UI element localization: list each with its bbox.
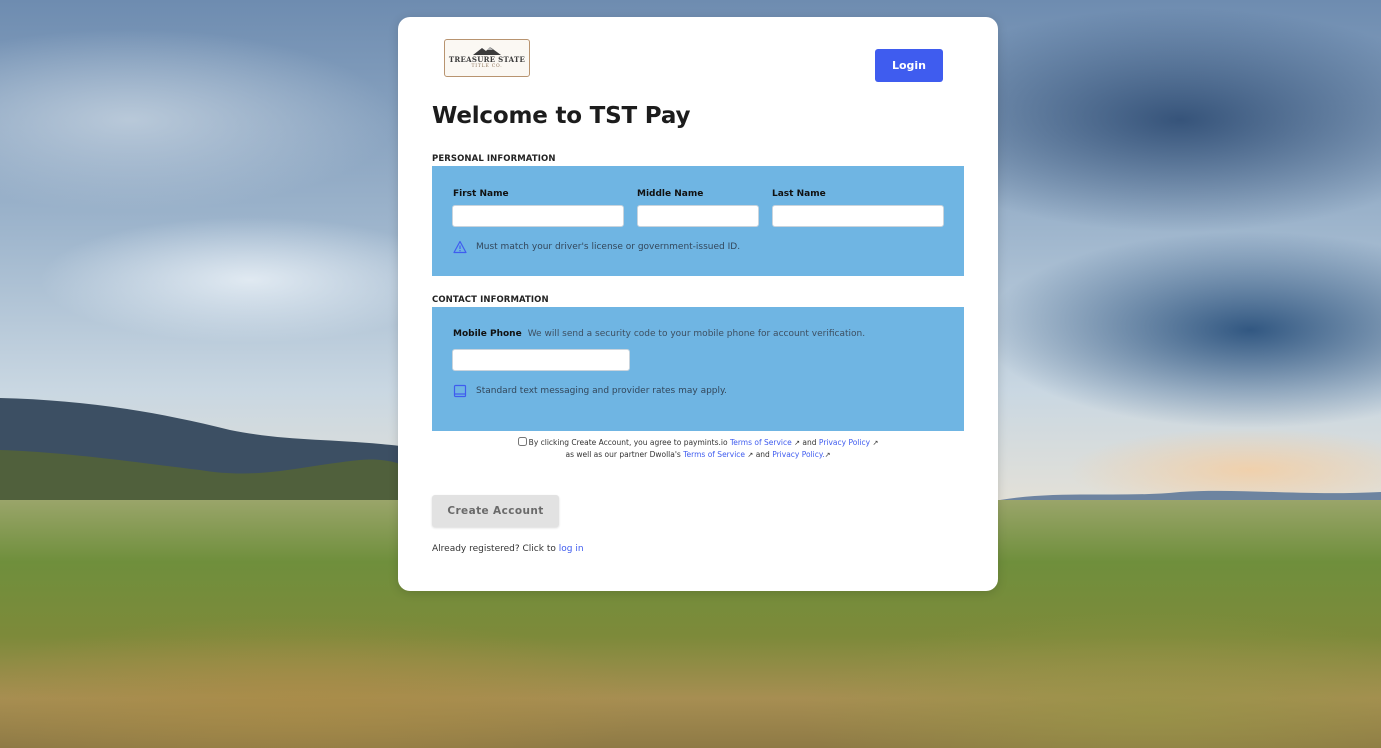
log-in-link[interactable]: log in <box>559 544 584 554</box>
agree-checkbox[interactable] <box>517 437 527 446</box>
rates-note-text: Standard text messaging and provider rat… <box>476 386 727 396</box>
last-name-label: Last Name <box>772 189 826 199</box>
contact-info-heading: CONTACT INFORMATION <box>432 295 549 305</box>
warning-triangle-icon <box>453 240 467 254</box>
already-registered: Already registered? Click to log in <box>432 544 584 554</box>
agree-text-1: By clicking Create Account, you agree to… <box>528 438 728 447</box>
company-logo: TREASURE STATE TITLE CO. <box>444 39 530 77</box>
login-button[interactable]: Login <box>875 49 943 82</box>
external-link-icon: ↗ <box>747 451 754 459</box>
paymints-privacy-link[interactable]: Privacy Policy <box>819 438 870 447</box>
last-name-input[interactable] <box>772 205 944 227</box>
agreement-text: By clicking Create Account, you agree to… <box>432 437 964 461</box>
page-title: Welcome to TST Pay <box>432 103 691 129</box>
mobile-phone-label-text: Mobile Phone <box>453 329 522 339</box>
external-link-icon: ↗ <box>824 451 831 459</box>
agree-text-2: as well as our partner Dwolla's <box>565 450 681 459</box>
create-account-button[interactable]: Create Account <box>432 495 559 527</box>
middle-name-label: Middle Name <box>637 189 704 199</box>
agree-and-2: and <box>755 450 770 459</box>
personal-info-panel: First Name Middle Name Last Name Must ma… <box>432 166 964 276</box>
dwolla-terms-link[interactable]: Terms of Service <box>683 450 745 459</box>
mobile-phone-label: Mobile Phone We will send a security code… <box>453 329 865 339</box>
rates-note: Standard text messaging and provider rat… <box>453 384 727 398</box>
mobile-phone-description: We will send a security code to your mob… <box>527 329 866 339</box>
id-note: Must match your driver's license or gove… <box>453 240 740 254</box>
id-note-text: Must match your driver's license or gove… <box>476 242 741 252</box>
already-registered-text: Already registered? Click to <box>432 544 556 554</box>
mobile-phone-input[interactable] <box>452 349 630 371</box>
first-name-label: First Name <box>453 189 509 199</box>
signup-card: TREASURE STATE TITLE CO. Login Welcome t… <box>398 17 998 591</box>
personal-info-heading: PERSONAL INFORMATION <box>432 154 556 164</box>
external-link-icon: ↗ <box>872 439 879 447</box>
paymints-terms-link[interactable]: Terms of Service <box>730 438 792 447</box>
first-name-input[interactable] <box>452 205 624 227</box>
external-link-icon: ↗ <box>794 439 801 447</box>
logo-title: TREASURE STATE <box>448 55 526 64</box>
middle-name-input[interactable] <box>637 205 759 227</box>
logo-subtitle: TITLE CO. <box>471 64 503 69</box>
mobile-phone-icon <box>453 384 467 398</box>
dwolla-privacy-link[interactable]: Privacy Policy. <box>772 450 824 459</box>
contact-info-panel: Mobile Phone We will send a security code… <box>432 307 964 431</box>
mountain-logo-icon <box>473 47 501 55</box>
agree-and-1: and <box>802 438 817 447</box>
